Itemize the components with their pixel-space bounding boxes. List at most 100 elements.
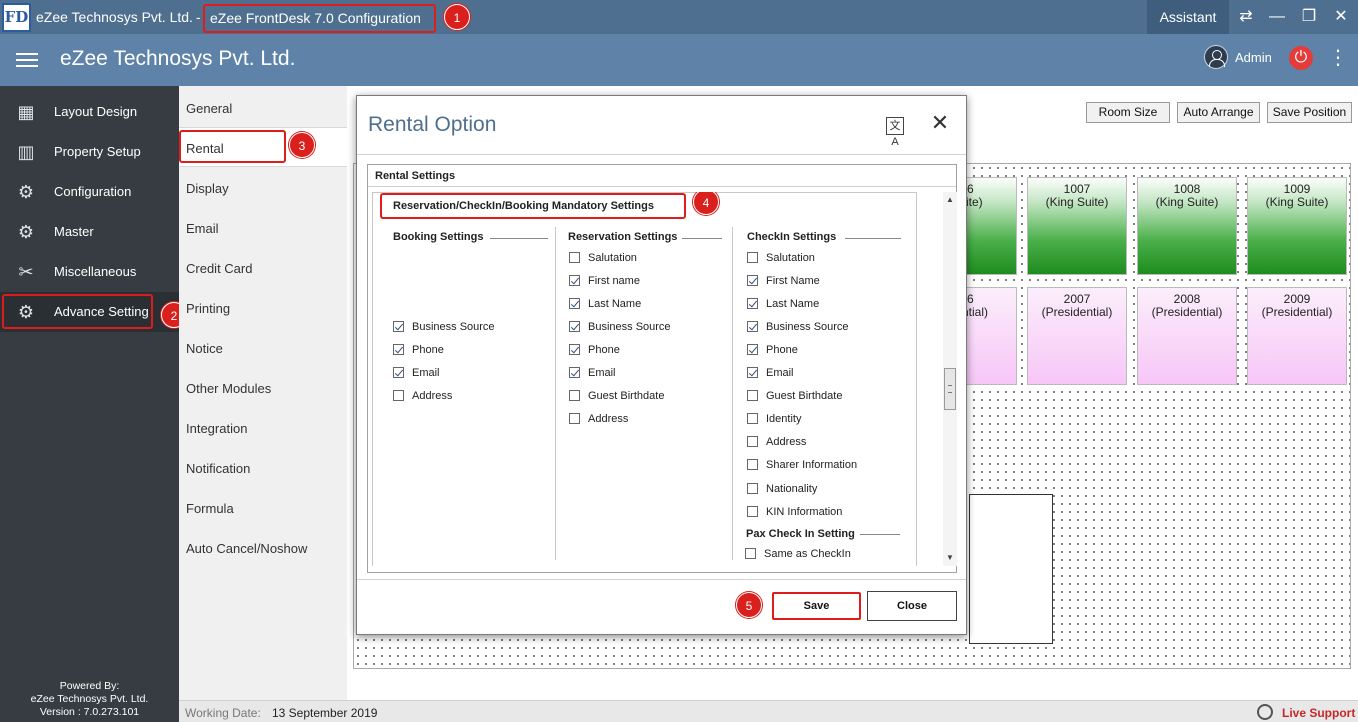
checkbox-icon[interactable] xyxy=(747,275,758,286)
checkbox-icon[interactable] xyxy=(569,413,580,424)
scroll-up-icon[interactable]: ▲ xyxy=(943,194,957,206)
checkbox-pax-same-as-checkin[interactable]: Same as CheckIn xyxy=(745,548,851,561)
checkbox-icon[interactable] xyxy=(569,298,580,309)
checkbox-icon[interactable] xyxy=(747,344,758,355)
checkbox-icon[interactable] xyxy=(569,390,580,401)
submenu-item-integration[interactable]: Integration xyxy=(186,421,247,436)
checkbox-checkin-phone[interactable]: Phone xyxy=(747,344,798,357)
power-icon[interactable]: ⏻ xyxy=(1289,46,1313,70)
submenu-item-other-modules[interactable]: Other Modules xyxy=(186,381,271,396)
maximize-icon[interactable]: ❐ xyxy=(1294,0,1324,34)
checkbox-checkin-kin-information[interactable]: KIN Information xyxy=(747,506,842,519)
checkbox-reservation-email[interactable]: Email xyxy=(569,367,616,380)
checkbox-reservation-last-name[interactable]: Last Name xyxy=(569,298,641,311)
checkbox-icon[interactable] xyxy=(747,459,758,470)
checkbox-checkin-email[interactable]: Email xyxy=(747,367,794,380)
scroll-down-icon[interactable]: ▼ xyxy=(943,552,957,564)
checkbox-reservation-business-source[interactable]: Business Source xyxy=(569,321,671,334)
checkbox-icon[interactable] xyxy=(747,413,758,424)
sidebar-item-layout-design[interactable]: ▦ Layout Design xyxy=(0,92,179,132)
close-icon[interactable]: ✕ xyxy=(930,112,950,134)
user-name[interactable]: Admin xyxy=(1235,50,1272,65)
checkbox-icon[interactable] xyxy=(747,321,758,332)
checkbox-reservation-first-name[interactable]: First name xyxy=(569,275,640,288)
checkbox-icon[interactable] xyxy=(393,344,404,355)
checkbox-reservation-guest-birthdate[interactable]: Guest Birthdate xyxy=(569,390,664,403)
checkbox-booking-business-source[interactable]: Business Source xyxy=(393,321,495,334)
checkbox-icon[interactable] xyxy=(747,436,758,447)
checkbox-icon[interactable] xyxy=(569,344,580,355)
submenu-item-notice[interactable]: Notice xyxy=(186,341,223,356)
checkbox-icon[interactable] xyxy=(747,390,758,401)
room-tile[interactable]: 2008 (Presidential) xyxy=(1137,287,1237,385)
window-title-product: eZee FrontDesk 7.0 Configuration xyxy=(203,4,436,33)
checkbox-checkin-nationality[interactable]: Nationality xyxy=(747,483,817,496)
checkbox-icon[interactable] xyxy=(393,367,404,378)
checkbox-icon[interactable] xyxy=(745,548,756,559)
live-support-link[interactable]: Live Support xyxy=(1282,706,1355,720)
hamburger-menu-icon[interactable] xyxy=(16,53,38,67)
checkbox-icon[interactable] xyxy=(569,321,580,332)
sidebar-item-miscellaneous[interactable]: ✂ Miscellaneous xyxy=(0,252,179,292)
sidebar-item-configuration[interactable]: ⚙ Configuration xyxy=(0,172,179,212)
checkbox-checkin-business-source[interactable]: Business Source xyxy=(747,321,849,334)
checkbox-icon[interactable] xyxy=(747,252,758,263)
save-position-button[interactable]: Save Position xyxy=(1267,102,1352,123)
checkbox-checkin-sharer-information[interactable]: Sharer Information xyxy=(747,459,857,472)
submenu-item-notification[interactable]: Notification xyxy=(186,461,250,476)
checkbox-icon[interactable] xyxy=(747,367,758,378)
submenu-item-printing[interactable]: Printing xyxy=(186,301,230,316)
checkbox-booking-phone[interactable]: Phone xyxy=(393,344,444,357)
sidebar-item-property-setup[interactable]: ▥ Property Setup xyxy=(0,132,179,172)
checkbox-booking-address[interactable]: Address xyxy=(393,390,452,403)
room-tile[interactable]: 2009 (Presidential) xyxy=(1247,287,1347,385)
submenu-item-credit-card[interactable]: Credit Card xyxy=(186,261,252,276)
checkbox-icon[interactable] xyxy=(747,506,758,517)
submenu-item-formula[interactable]: Formula xyxy=(186,501,234,516)
checkbox-icon[interactable] xyxy=(393,321,404,332)
checkbox-checkin-salutation[interactable]: Salutation xyxy=(747,252,815,265)
room-tile[interactable]: 1007 (King Suite) xyxy=(1027,177,1127,275)
save-button[interactable]: Save xyxy=(772,592,861,620)
sidebar-item-master[interactable]: ⚙ Master xyxy=(0,212,179,252)
checkbox-icon[interactable] xyxy=(569,367,580,378)
more-options-icon[interactable]: ⋮ xyxy=(1328,46,1348,70)
checkbox-reservation-phone[interactable]: Phone xyxy=(569,344,620,357)
user-avatar-icon[interactable] xyxy=(1204,45,1228,69)
checkbox-icon[interactable] xyxy=(747,483,758,494)
checkbox-booking-email[interactable]: Email xyxy=(393,367,440,380)
checkbox-reservation-address[interactable]: Address xyxy=(569,413,628,426)
translate-icon[interactable]: 文A xyxy=(886,117,904,148)
translate-icon[interactable]: ⇄ xyxy=(1231,0,1261,34)
room-size-button[interactable]: Room Size xyxy=(1086,102,1170,123)
room-tile[interactable]: 1008 (King Suite) xyxy=(1137,177,1237,275)
submenu-item-display[interactable]: Display xyxy=(186,181,229,196)
checkbox-icon[interactable] xyxy=(747,298,758,309)
checkbox-checkin-first-name[interactable]: First Name xyxy=(747,275,820,288)
submenu-item-auto-cancel-noshow[interactable]: Auto Cancel/Noshow xyxy=(186,541,307,556)
room-tile[interactable]: 2007 (Presidential) xyxy=(1027,287,1127,385)
close-button[interactable]: Close xyxy=(867,591,957,621)
reservation-settings-title: Reservation Settings xyxy=(568,231,678,243)
checkbox-icon[interactable] xyxy=(393,390,404,401)
headset-icon[interactable] xyxy=(1257,704,1273,720)
submenu-item-email[interactable]: Email xyxy=(186,221,219,236)
assistant-button[interactable]: Assistant xyxy=(1147,0,1229,34)
submenu-item-general[interactable]: General xyxy=(186,101,232,116)
checkbox-checkin-last-name[interactable]: Last Name xyxy=(747,298,819,311)
checkbox-label: Business Source xyxy=(412,321,495,333)
checkbox-checkin-guest-birthdate[interactable]: Guest Birthdate xyxy=(747,390,842,403)
close-window-icon[interactable]: ✕ xyxy=(1326,0,1356,34)
checkbox-reservation-salutation[interactable]: Salutation xyxy=(569,252,637,265)
checkbox-checkin-address[interactable]: Address xyxy=(747,436,806,449)
room-tile[interactable]: 1009 (King Suite) xyxy=(1247,177,1347,275)
scrollbar-thumb[interactable] xyxy=(944,368,956,410)
checkbox-checkin-identity[interactable]: Identity xyxy=(747,413,801,426)
checkbox-icon[interactable] xyxy=(569,252,580,263)
mandatory-settings-tab[interactable]: Reservation/CheckIn/Booking Mandatory Se… xyxy=(380,193,686,219)
settings-scrollbar[interactable]: ▲ ▼ xyxy=(943,192,957,566)
auto-arrange-button[interactable]: Auto Arrange xyxy=(1177,102,1260,123)
minimize-icon[interactable]: — xyxy=(1262,0,1292,34)
checkbox-icon[interactable] xyxy=(569,275,580,286)
layout-block[interactable] xyxy=(969,494,1053,644)
